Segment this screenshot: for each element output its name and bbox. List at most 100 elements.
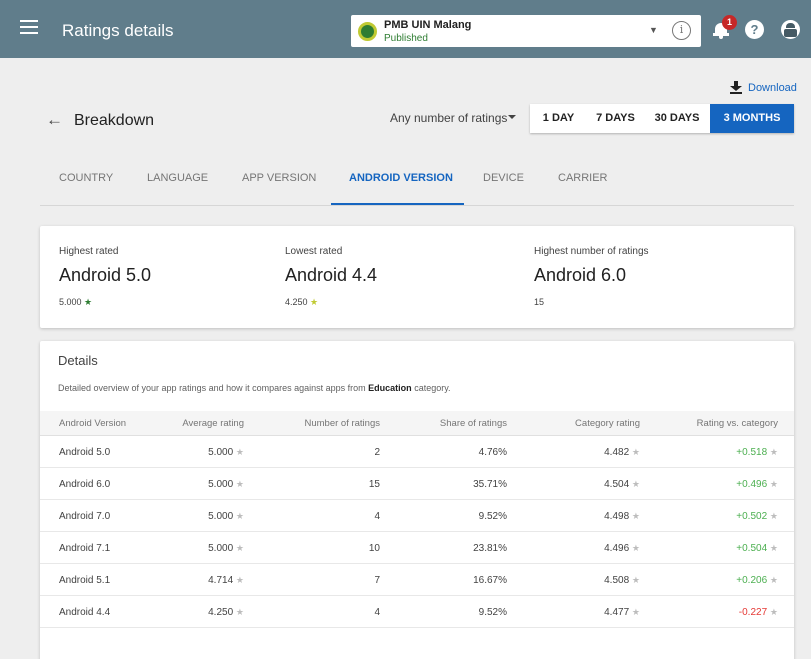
ratings-filter-select[interactable]: Any number of ratings <box>390 111 520 125</box>
star-icon: ★ <box>769 479 778 489</box>
star-icon: ★ <box>769 575 778 585</box>
column-header[interactable]: Average rating <box>182 418 244 429</box>
tab-country[interactable]: COUNTRY <box>59 172 113 184</box>
range-7-days[interactable]: 7 DAYS <box>587 104 644 133</box>
column-header[interactable]: Number of ratings <box>304 418 380 429</box>
table-row: Android 6.0 5.000 ★ 15 35.71% 4.504 ★ +0… <box>40 468 794 500</box>
table-row: Android 7.0 5.000 ★ 4 9.52% 4.498 ★ +0.5… <box>40 500 794 532</box>
app-bar-title: Ratings details <box>62 21 174 40</box>
star-icon: ★ <box>631 479 640 489</box>
share-cell: 16.67% <box>473 575 507 586</box>
column-header[interactable]: Rating vs. category <box>697 418 778 429</box>
star-icon: ★ <box>769 511 778 521</box>
star-icon: ★ <box>631 447 640 457</box>
num-ratings-cell: 4 <box>374 607 380 618</box>
chevron-down-icon <box>508 115 516 119</box>
share-cell: 23.81% <box>473 543 507 554</box>
details-description: Detailed overview of your app ratings an… <box>58 383 451 393</box>
column-header[interactable]: Android Version <box>59 418 126 429</box>
num-ratings-cell: 4 <box>374 511 380 522</box>
stat-count: 15 <box>534 297 545 307</box>
num-ratings-cell: 7 <box>374 575 380 586</box>
breakdown-tabs: COUNTRY LANGUAGE APP VERSION ANDROID VER… <box>40 150 794 206</box>
version-cell: Android 7.1 <box>59 543 111 554</box>
avg-rating-cell: 5.000 ★ <box>208 447 244 458</box>
tab-app-version[interactable]: APP VERSION <box>242 172 316 184</box>
stat-rating: 5.000 ★ <box>59 297 93 307</box>
star-icon: ★ <box>631 511 640 521</box>
range-3-months[interactable]: 3 MONTHS <box>710 104 794 133</box>
app-logo-icon <box>358 22 377 41</box>
share-cell: 35.71% <box>473 479 507 490</box>
star-icon: ★ <box>235 479 244 489</box>
star-icon: ★ <box>631 575 640 585</box>
download-label: Download <box>748 82 797 94</box>
column-header[interactable]: Category rating <box>575 418 640 429</box>
app-name: PMB UIN Malang <box>384 19 472 31</box>
stat-value: Android 6.0 <box>534 265 627 285</box>
range-1-day[interactable]: 1 DAY <box>530 104 587 133</box>
back-arrow-icon[interactable]: ← <box>46 110 63 130</box>
table-row: Android 4.4 4.250 ★ 4 9.52% 4.477 ★ -0.2… <box>40 596 794 628</box>
tab-language[interactable]: LANGUAGE <box>147 172 208 184</box>
app-status: Published <box>384 33 428 44</box>
ratings-filter-label: Any number of ratings <box>390 111 508 125</box>
download-icon <box>730 81 742 94</box>
version-cell: Android 4.4 <box>59 607 111 618</box>
category-rating-cell: 4.508 ★ <box>604 575 640 586</box>
avg-rating-cell: 4.250 ★ <box>208 607 244 618</box>
details-title: Details <box>58 353 98 368</box>
star-icon: ★ <box>769 447 778 457</box>
active-tab-indicator <box>331 203 464 205</box>
app-selector[interactable]: PMB UIN Malang Published ▼ i <box>351 15 701 47</box>
tab-carrier[interactable]: CARRIER <box>558 172 608 184</box>
column-header[interactable]: Share of ratings <box>440 418 507 429</box>
avg-rating-cell: 5.000 ★ <box>208 543 244 554</box>
star-icon: ★ <box>769 607 778 617</box>
menu-icon[interactable] <box>20 20 38 34</box>
top-app-bar: Ratings details PMB UIN Malang Published… <box>0 0 811 58</box>
star-icon: ★ <box>235 575 244 585</box>
stat-label: Lowest rated <box>285 246 343 257</box>
chevron-down-icon[interactable]: ▼ <box>649 25 658 35</box>
star-icon: ★ <box>235 447 244 457</box>
table-row: Android 5.0 5.000 ★ 2 4.76% 4.482 ★ +0.5… <box>40 436 794 468</box>
category-rating-cell: 4.477 ★ <box>604 607 640 618</box>
share-cell: 9.52% <box>478 511 507 522</box>
star-icon: ★ <box>769 543 778 553</box>
num-ratings-cell: 10 <box>368 543 380 554</box>
star-icon: ★ <box>631 607 640 617</box>
ratings-table: Android Version Average rating Number of… <box>40 411 794 628</box>
star-icon: ★ <box>235 607 244 617</box>
vs-category-cell: +0.502 ★ <box>736 511 778 522</box>
download-button[interactable]: Download <box>730 80 797 96</box>
num-ratings-cell: 2 <box>374 447 380 458</box>
table-row: Android 5.1 4.714 ★ 7 16.67% 4.508 ★ +0.… <box>40 564 794 596</box>
version-cell: Android 5.1 <box>59 575 111 586</box>
page-title: Breakdown <box>74 112 155 129</box>
avg-rating-cell: 4.714 ★ <box>208 575 244 586</box>
table-header: Android Version Average rating Number of… <box>40 411 794 436</box>
tab-device[interactable]: DEVICE <box>483 172 524 184</box>
avg-rating-cell: 5.000 ★ <box>208 511 244 522</box>
account-icon[interactable] <box>781 20 800 39</box>
share-cell: 9.52% <box>478 607 507 618</box>
vs-category-cell: +0.518 ★ <box>736 447 778 458</box>
avg-rating-cell: 5.000 ★ <box>208 479 244 490</box>
tab-android-version[interactable]: ANDROID VERSION <box>349 172 453 184</box>
version-cell: Android 5.0 <box>59 447 111 458</box>
share-cell: 4.76% <box>478 447 507 458</box>
notification-badge: 1 <box>722 15 737 30</box>
stat-rating: 4.250 ★ <box>285 297 319 307</box>
num-ratings-cell: 15 <box>368 479 380 490</box>
category-rating-cell: 4.504 ★ <box>604 479 640 490</box>
category-rating-cell: 4.482 ★ <box>604 447 640 458</box>
info-icon[interactable]: i <box>672 21 691 40</box>
help-icon[interactable]: ? <box>745 20 764 39</box>
version-cell: Android 7.0 <box>59 511 111 522</box>
vs-category-cell: +0.504 ★ <box>736 543 778 554</box>
category-rating-cell: 4.496 ★ <box>604 543 640 554</box>
range-30-days[interactable]: 30 DAYS <box>644 104 710 133</box>
vs-category-cell: +0.206 ★ <box>736 575 778 586</box>
category-rating-cell: 4.498 ★ <box>604 511 640 522</box>
